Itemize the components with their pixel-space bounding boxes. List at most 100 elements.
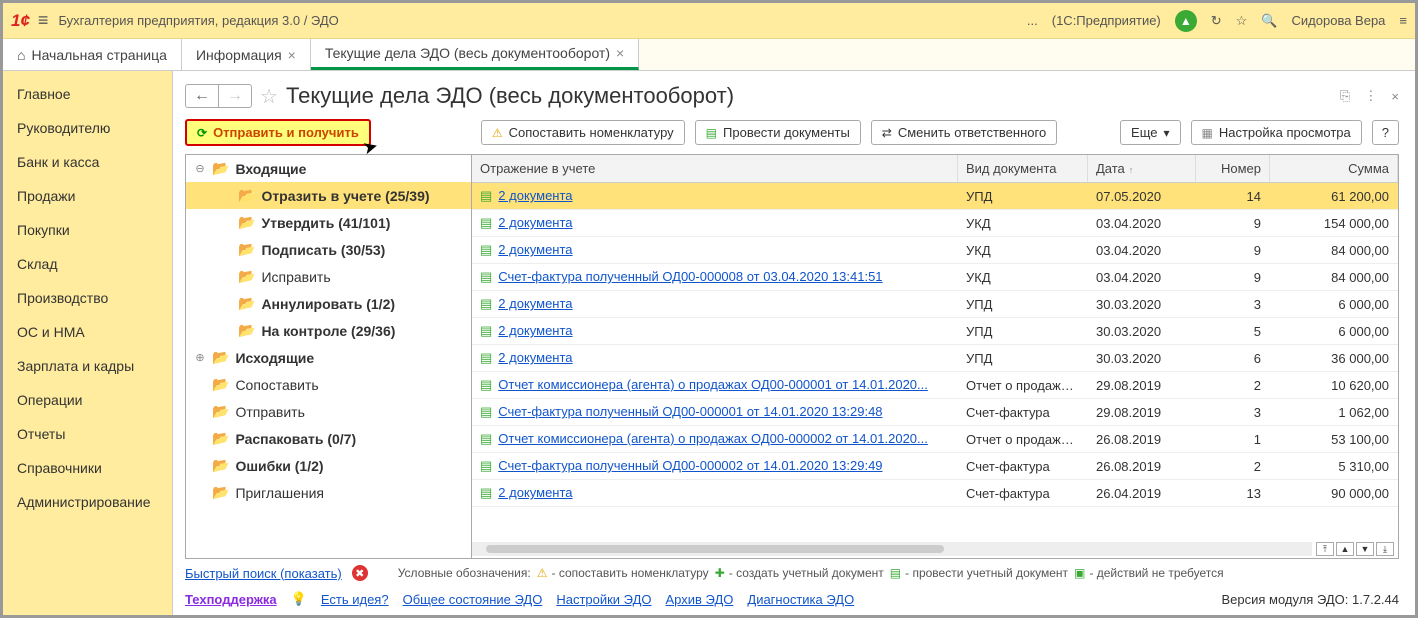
col-number[interactable]: Номер	[1196, 155, 1270, 182]
section-nav-item[interactable]: Производство	[3, 281, 172, 315]
cell-type: УПД	[958, 184, 1088, 209]
horizontal-scrollbar[interactable]	[472, 542, 1312, 556]
nav-forward-icon[interactable]: →	[218, 85, 251, 107]
col-reflection[interactable]: Отражение в учете	[472, 155, 958, 182]
quick-search-link[interactable]: Быстрый поиск (показать)	[185, 566, 342, 581]
grid-up-icon[interactable]: ▲	[1336, 542, 1354, 556]
post-button[interactable]: ▤ Провести документы	[695, 120, 861, 145]
titlebar-ellipsis[interactable]: ...	[1027, 13, 1038, 28]
section-nav-item[interactable]: Склад	[3, 247, 172, 281]
idea-link[interactable]: Есть идея?	[321, 592, 389, 607]
search-icon[interactable]: 🔍	[1261, 13, 1277, 29]
table-row[interactable]: ▤2 документаУКД03.04.2020984 000,00	[472, 237, 1398, 264]
table-row[interactable]: ▤2 документаУПД30.03.202056 000,00	[472, 318, 1398, 345]
edo-archive-link[interactable]: Архив ЭДО	[666, 592, 734, 607]
support-link[interactable]: Техподдержка	[185, 592, 277, 607]
tab-info[interactable]: Информация ×	[182, 39, 311, 70]
tree-node[interactable]: ⊖📂Входящие	[186, 155, 471, 182]
tree-node[interactable]: 📂Отправить	[186, 398, 471, 425]
section-nav-item[interactable]: Администрирование	[3, 485, 172, 519]
menu-icon[interactable]: ≡	[38, 10, 49, 31]
document-link[interactable]: 2 документа	[498, 215, 572, 230]
table-row[interactable]: ▤Счет-фактура полученный ОД00-000001 от …	[472, 399, 1398, 426]
tree-node[interactable]: 📂Исправить	[186, 263, 471, 290]
document-link[interactable]: Счет-фактура полученный ОД00-000008 от 0…	[498, 269, 882, 284]
section-nav-item[interactable]: Банк и касса	[3, 145, 172, 179]
document-link[interactable]: Счет-фактура полученный ОД00-000002 от 1…	[498, 458, 882, 473]
tree-node[interactable]: ⊕📂Исходящие	[186, 344, 471, 371]
section-nav-item[interactable]: Отчеты	[3, 417, 172, 451]
edo-status-link[interactable]: Общее состояние ЭДО	[403, 592, 543, 607]
grid-down-icon[interactable]: ▼	[1356, 542, 1374, 556]
document-link[interactable]: 2 документа	[498, 350, 572, 365]
kebab-icon[interactable]: ⋮	[1364, 88, 1377, 104]
edo-diag-link[interactable]: Диагностика ЭДО	[747, 592, 854, 607]
section-nav-item[interactable]: Главное	[3, 77, 172, 111]
table-row[interactable]: ▤2 документаУПД30.03.2020636 000,00	[472, 345, 1398, 372]
nav-back-icon[interactable]: ←	[186, 85, 218, 107]
tab-edo[interactable]: Текущие дела ЭДО (весь документооборот) …	[311, 39, 639, 70]
document-link[interactable]: 2 документа	[498, 323, 572, 338]
col-sum[interactable]: Сумма	[1270, 155, 1398, 182]
more-button[interactable]: Еще ▾	[1120, 120, 1180, 145]
send-receive-button[interactable]: ⟳ Отправить и получить	[185, 119, 371, 146]
document-link[interactable]: 2 документа	[498, 485, 572, 500]
help-button[interactable]: ?	[1372, 120, 1399, 145]
section-nav-item[interactable]: Продажи	[3, 179, 172, 213]
document-link[interactable]: 2 документа	[498, 296, 572, 311]
expander-icon[interactable]: ⊖	[194, 162, 206, 175]
cell-date: 30.03.2020	[1088, 292, 1196, 317]
tree-node[interactable]: 📂Утвердить (41/101)	[186, 209, 471, 236]
grid-last-icon[interactable]: ⤓	[1376, 542, 1394, 556]
change-owner-button[interactable]: ⇄ Сменить ответственного	[871, 120, 1057, 145]
table-row[interactable]: ▤Отчет комиссионера (агента) о продажах …	[472, 372, 1398, 399]
history-icon[interactable]: ↻	[1211, 13, 1222, 29]
tree-node[interactable]: 📂Ошибки (1/2)	[186, 452, 471, 479]
tree-node[interactable]: 📂Приглашения	[186, 479, 471, 506]
user-name[interactable]: Сидорова Вера	[1292, 13, 1386, 28]
section-nav-item[interactable]: Зарплата и кадры	[3, 349, 172, 383]
tree-node[interactable]: 📂Отразить в учете (25/39)	[186, 182, 471, 209]
section-nav-item[interactable]: Операции	[3, 383, 172, 417]
tree-node[interactable]: 📂На контроле (29/36)	[186, 317, 471, 344]
section-nav-item[interactable]: Покупки	[3, 213, 172, 247]
tree-node[interactable]: 📂Аннулировать (1/2)	[186, 290, 471, 317]
col-date[interactable]: Дата↑	[1088, 155, 1196, 182]
table-row[interactable]: ▤Счет-фактура полученный ОД00-000008 от …	[472, 264, 1398, 291]
close-page-icon[interactable]: ×	[1391, 89, 1399, 104]
cell-type: УПД	[958, 292, 1088, 317]
section-nav-item[interactable]: Руководителю	[3, 111, 172, 145]
section-nav-item[interactable]: ОС и НМА	[3, 315, 172, 349]
table-row[interactable]: ▤Отчет комиссионера (агента) о продажах …	[472, 426, 1398, 453]
tree-node[interactable]: 📂Сопоставить	[186, 371, 471, 398]
error-indicator-icon[interactable]: ✖	[352, 565, 368, 581]
document-link[interactable]: 2 документа	[498, 242, 572, 257]
section-nav-item[interactable]: Справочники	[3, 451, 172, 485]
favorite-icon[interactable]: ☆	[1236, 13, 1248, 29]
match-button[interactable]: ⚠ Сопоставить номенклатуру	[481, 120, 685, 145]
notifications-icon[interactable]: ▲	[1175, 10, 1197, 32]
table-row[interactable]: ▤2 документаУПД07.05.20201461 200,00	[472, 183, 1398, 210]
document-link[interactable]: Отчет комиссионера (агента) о продажах О…	[498, 377, 928, 392]
edo-settings-link[interactable]: Настройки ЭДО	[556, 592, 651, 607]
view-settings-button[interactable]: ▦ Настройка просмотра	[1191, 120, 1362, 145]
table-row[interactable]: ▤2 документаУКД03.04.20209154 000,00	[472, 210, 1398, 237]
document-link[interactable]: Счет-фактура полученный ОД00-000001 от 1…	[498, 404, 882, 419]
link-icon[interactable]: ⎘	[1340, 88, 1350, 104]
tab-home[interactable]: ⌂ Начальная страница	[3, 39, 182, 70]
col-type[interactable]: Вид документа	[958, 155, 1088, 182]
table-row[interactable]: ▤2 документаСчет-фактура26.04.20191390 0…	[472, 480, 1398, 507]
cell-number: 14	[1196, 184, 1270, 209]
tree-node[interactable]: 📂Подписать (30/53)	[186, 236, 471, 263]
table-row[interactable]: ▤2 документаУПД30.03.202036 000,00	[472, 291, 1398, 318]
document-link[interactable]: 2 документа	[498, 188, 572, 203]
document-link[interactable]: Отчет комиссионера (агента) о продажах О…	[498, 431, 928, 446]
expander-icon[interactable]: ⊕	[194, 351, 206, 364]
user-menu-icon[interactable]: ≡	[1399, 13, 1407, 28]
grid-first-icon[interactable]: ⤒	[1316, 542, 1334, 556]
star-icon[interactable]: ☆	[260, 84, 278, 109]
table-row[interactable]: ▤Счет-фактура полученный ОД00-000002 от …	[472, 453, 1398, 480]
close-icon[interactable]: ×	[616, 45, 624, 61]
close-icon[interactable]: ×	[288, 47, 296, 63]
tree-node[interactable]: 📂Распаковать (0/7)	[186, 425, 471, 452]
